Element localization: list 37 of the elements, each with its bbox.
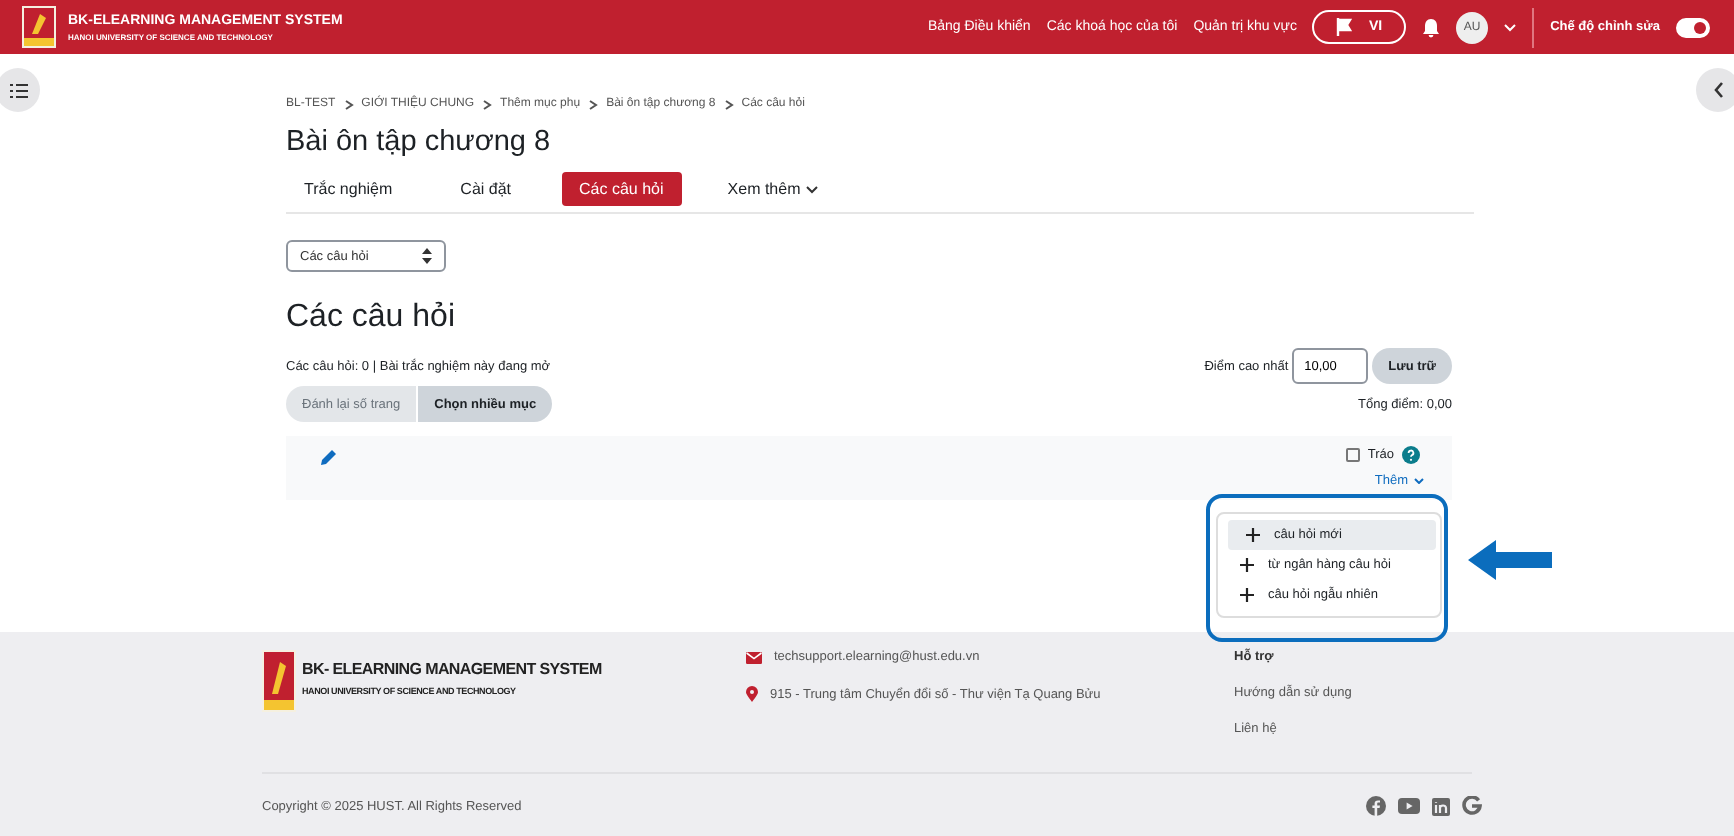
- tab[interactable]: Cài đặt: [442, 172, 530, 206]
- help-icon[interactable]: [1402, 446, 1420, 464]
- linkedin-icon[interactable]: [1432, 797, 1450, 815]
- page-title: Bài ôn tập chương 8: [286, 126, 553, 158]
- plus-icon: [1246, 528, 1260, 542]
- chevron-icon: [723, 99, 734, 109]
- drawer-button[interactable]: [1696, 68, 1734, 112]
- list-icon: [9, 83, 27, 97]
- plus-icon: [1240, 588, 1254, 602]
- chevron-icon: [343, 99, 354, 109]
- mail-icon: [746, 651, 762, 663]
- arrow-icon: [1468, 540, 1552, 580]
- logo-icon: [262, 650, 296, 712]
- caret-icon: [806, 185, 819, 193]
- chevron-icon: [482, 99, 493, 109]
- google-icon[interactable]: [1462, 796, 1482, 816]
- location-icon: [746, 686, 758, 702]
- chevron-icon: [588, 99, 599, 109]
- menu-button[interactable]: [0, 68, 40, 112]
- tab[interactable]: Các câu hỏi: [561, 172, 682, 206]
- footer-brand-title: BK- ELEARNING MANAGEMENT SYSTEM: [302, 660, 602, 678]
- chevron-left-icon: [1713, 82, 1723, 98]
- more-tab[interactable]: Xem thêm: [709, 172, 837, 206]
- caret-icon: [1414, 478, 1424, 484]
- caret-icon[interactable]: [1504, 23, 1517, 31]
- section-heading: Các câu hỏi: [286, 300, 457, 336]
- youtube-icon[interactable]: [1398, 798, 1420, 814]
- edit-icon[interactable]: [320, 448, 338, 466]
- flag-icon: [1336, 18, 1353, 36]
- sort-icon: [422, 248, 432, 264]
- facebook-icon[interactable]: [1366, 796, 1386, 816]
- edit-mode-switch[interactable]: [1676, 17, 1710, 37]
- bell-icon[interactable]: [1422, 17, 1441, 37]
- tab[interactable]: Trắc nghiệm: [286, 172, 411, 206]
- logo-icon: [22, 6, 56, 48]
- plus-icon: [1240, 558, 1254, 572]
- shuffle-checkbox[interactable]: [1345, 448, 1360, 462]
